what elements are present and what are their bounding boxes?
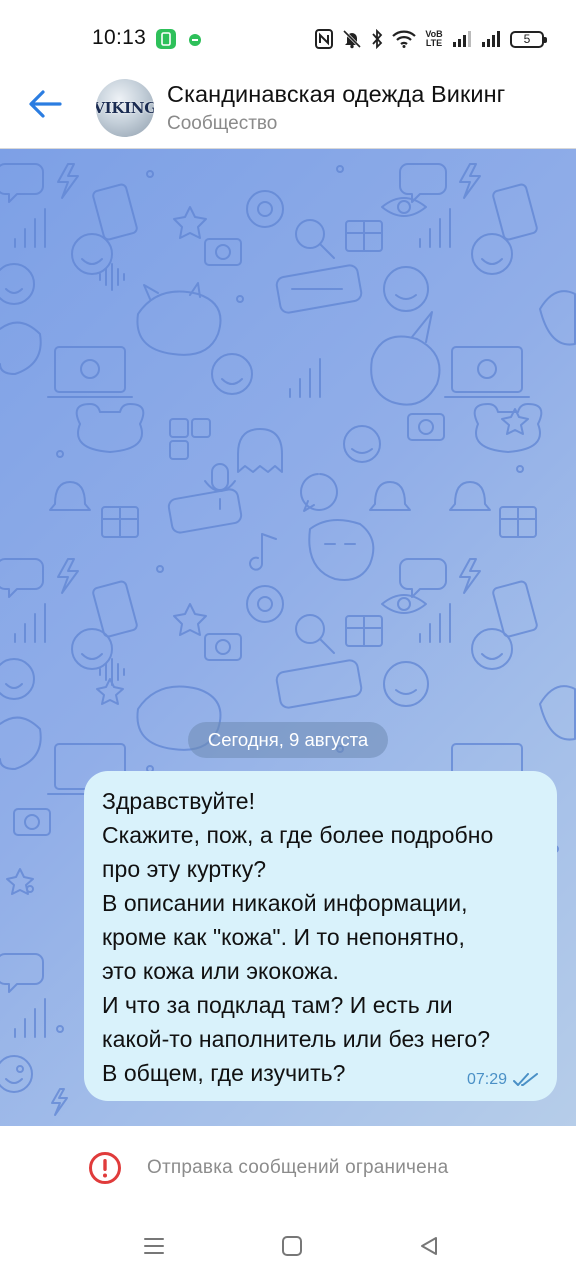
recent-apps-button[interactable] xyxy=(134,1228,174,1264)
phone-app-icon xyxy=(155,28,177,55)
back-button[interactable] xyxy=(22,84,68,124)
home-button[interactable] xyxy=(272,1228,312,1264)
avatar-logo-text: VIKING xyxy=(96,99,154,117)
wifi-icon xyxy=(392,30,416,48)
square-icon xyxy=(282,1236,302,1256)
message-line: Здравствуйте! xyxy=(102,788,256,814)
status-time: 10:13 xyxy=(92,26,147,49)
network-label: VoB LTE xyxy=(425,29,443,48)
battery-icon: 5 xyxy=(510,30,547,48)
chat-subtitle: Сообщество xyxy=(167,113,278,134)
message-line: В описании никакой информации, xyxy=(102,890,468,916)
signal-icon-1 xyxy=(452,30,472,48)
status-bar: 10:13 VoB LTE 5 xyxy=(0,0,576,70)
community-avatar[interactable]: VIKING xyxy=(96,79,154,137)
status-icons: VoB LTE 5 xyxy=(315,27,547,51)
message-app-icon xyxy=(188,33,202,52)
chat-area[interactable]: Сегодня, 9 августа Здравствуйте! Скажите… xyxy=(0,149,576,1126)
restriction-text: Отправка сообщений ограничена xyxy=(147,1157,449,1178)
bluetooth-icon xyxy=(371,29,383,49)
back-nav-button[interactable] xyxy=(409,1228,449,1264)
date-separator: Сегодня, 9 августа xyxy=(188,722,388,758)
message-line: это кожа или экокожа. xyxy=(102,958,339,984)
mute-icon xyxy=(342,29,362,49)
alert-circle-icon xyxy=(89,1152,121,1184)
signal-icon-2 xyxy=(481,30,501,48)
message-line: И что за подклад там? И есть ли xyxy=(102,992,453,1018)
arrow-left-icon xyxy=(29,90,62,118)
message-line: какой-то наполнитель или без него? xyxy=(102,1026,491,1052)
message-line: Скажите, пож, а где более подробно xyxy=(102,822,494,848)
chat-title[interactable]: Скандинавская одежда Викинг xyxy=(167,81,557,108)
messaging-restricted-bar: Отправка сообщений ограничена xyxy=(0,1126,576,1210)
message-time: 07:29 xyxy=(466,1071,507,1088)
menu-icon xyxy=(144,1238,164,1254)
system-navigation-bar xyxy=(0,1210,576,1280)
nfc-icon xyxy=(315,29,333,49)
triangle-back-icon xyxy=(421,1237,437,1255)
double-check-icon xyxy=(513,1073,538,1086)
chat-header: VIKING Скандинавская одежда Викинг Сообщ… xyxy=(0,70,576,149)
message-line: В общем, где изучить? xyxy=(102,1060,346,1086)
message-line: про эту куртку? xyxy=(102,856,267,882)
message-bubble[interactable]: Здравствуйте! Скажите, пож, а где более … xyxy=(84,771,557,1101)
message-line: кроме как "кожа". И то непонятно, xyxy=(102,924,465,950)
